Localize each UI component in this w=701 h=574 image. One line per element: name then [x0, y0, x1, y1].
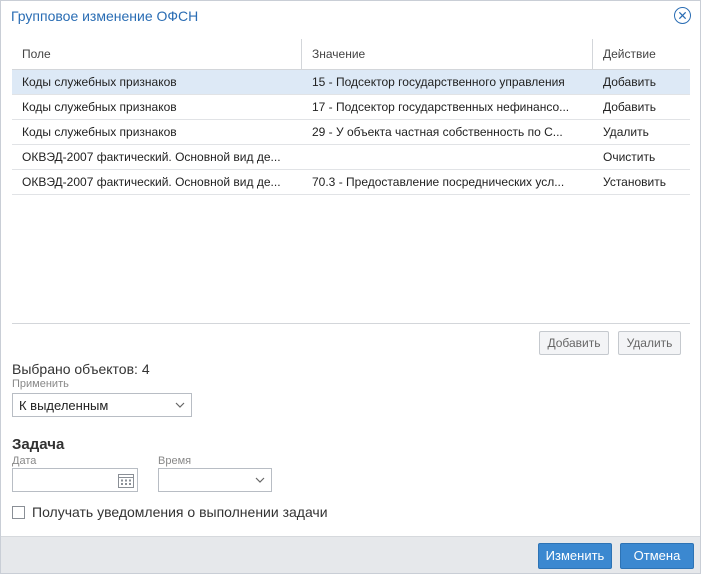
row-field: Коды служебных признаков [22, 125, 177, 139]
row-value: 70.3 - Предоставление посреднических усл… [312, 175, 565, 189]
apply-label: Применить [12, 378, 69, 390]
changes-grid: Поле Значение Действие Коды служебных пр… [12, 39, 690, 324]
add-row-button[interactable]: Добавить [539, 331, 609, 355]
row-value: 15 - Подсектор государственного управлен… [312, 75, 565, 89]
grid-header: Поле Значение Действие [12, 39, 690, 70]
apply-to-value: К выделенным [19, 398, 109, 413]
chevron-down-icon [175, 402, 185, 408]
table-row[interactable]: Коды служебных признаков 29 - У объекта … [12, 120, 690, 145]
time-label: Время [158, 455, 192, 467]
row-field: Коды служебных признаков [22, 100, 177, 114]
table-row[interactable]: ОКВЭД-2007 фактический. Основной вид де.… [12, 170, 690, 195]
calendar-icon[interactable] [118, 473, 134, 488]
row-value [302, 145, 593, 170]
row-action: Установить [603, 175, 666, 189]
close-icon [678, 11, 687, 20]
row-field: Коды служебных признаков [22, 75, 177, 89]
date-field[interactable] [12, 468, 138, 492]
delete-row-button[interactable]: Удалить [618, 331, 681, 355]
column-header-value[interactable]: Значение [302, 39, 593, 70]
dialog-footer: Изменить Отмена [1, 536, 700, 573]
notify-option: Получать уведомления о выполнении задачи [12, 503, 328, 521]
table-row[interactable]: ОКВЭД-2007 фактический. Основной вид де.… [12, 145, 690, 170]
time-select[interactable] [158, 468, 272, 492]
dialog-titlebar: Групповое изменение ОФСН [1, 1, 700, 31]
table-row[interactable]: Коды служебных признаков 15 - Подсектор … [12, 70, 690, 95]
row-action: Удалить [603, 125, 649, 139]
apply-button[interactable]: Изменить [538, 543, 612, 569]
row-value: 29 - У объекта частная собственность по … [312, 125, 563, 139]
row-field: ОКВЭД-2007 фактический. Основной вид де.… [22, 150, 281, 164]
notify-checkbox[interactable] [12, 505, 25, 519]
row-value: 17 - Подсектор государственных нефинансо… [312, 100, 570, 114]
chevron-down-icon [255, 477, 265, 483]
row-field: ОКВЭД-2007 фактический. Основной вид де.… [22, 175, 281, 189]
cancel-button[interactable]: Отмена [620, 543, 694, 569]
column-header-field[interactable]: Поле [12, 39, 302, 70]
table-row[interactable]: Коды служебных признаков 17 - Подсектор … [12, 95, 690, 120]
dialog-title: Групповое изменение ОФСН [11, 8, 199, 24]
row-action: Очистить [603, 150, 656, 164]
apply-to-select[interactable]: К выделенным [12, 393, 192, 417]
close-button[interactable] [674, 7, 691, 24]
selected-objects-count: Выбрано объектов: 4 [12, 361, 150, 377]
task-section-title: Задача [12, 436, 65, 453]
row-action: Добавить [603, 100, 657, 114]
column-header-action[interactable]: Действие [593, 39, 690, 70]
notify-label[interactable]: Получать уведомления о выполнении задачи [32, 504, 328, 520]
group-edit-dialog: Групповое изменение ОФСН Поле Значение Д… [0, 0, 701, 574]
date-label: Дата [12, 455, 37, 467]
row-action: Добавить [603, 75, 657, 89]
